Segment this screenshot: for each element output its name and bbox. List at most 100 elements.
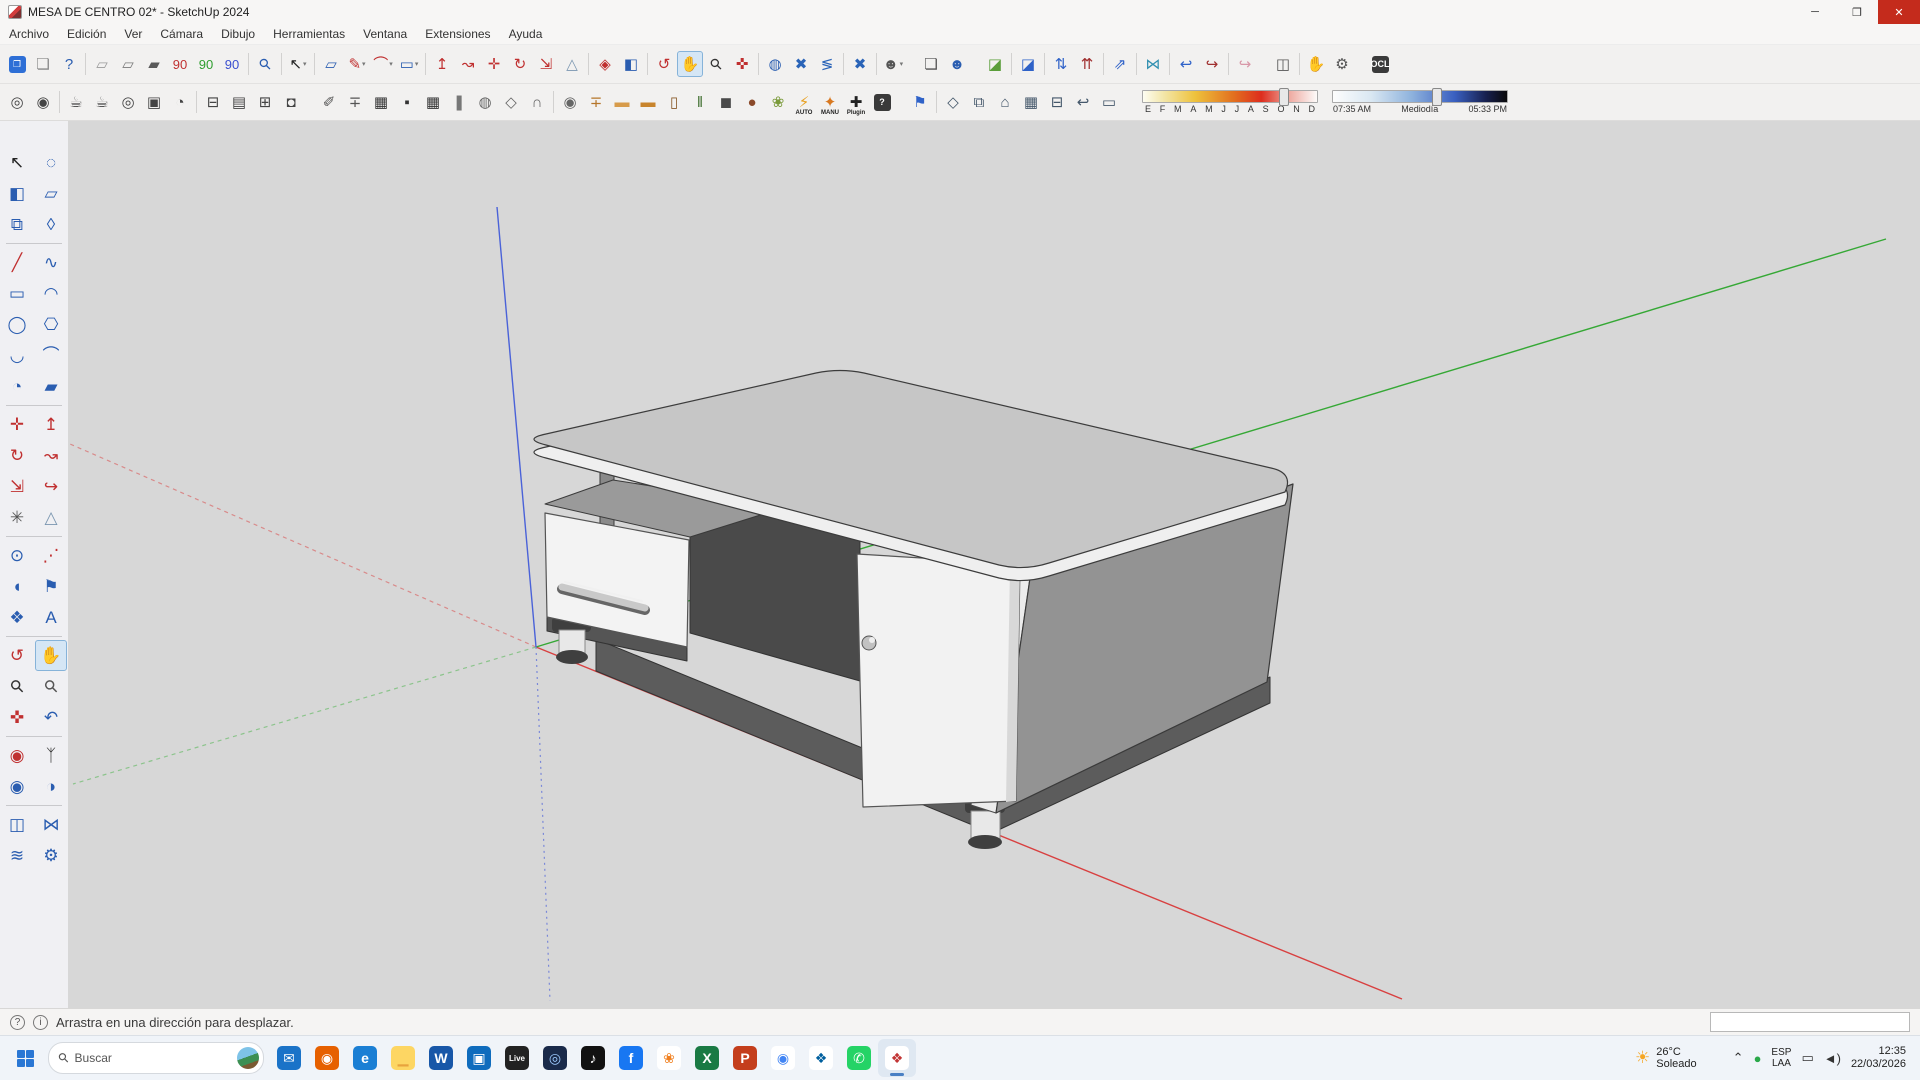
sandbox-from-contours-button[interactable]: ◪ (982, 51, 1008, 77)
solid-box-button[interactable]: ▭ (1096, 89, 1122, 115)
section-settings-tool[interactable]: ⚙ (35, 840, 67, 871)
redo-plugin-button[interactable]: ↪ (1199, 51, 1225, 77)
taskbar-app-chrome[interactable]: ◉ (764, 1039, 802, 1077)
solid-intersect-button[interactable]: ⧉ (966, 89, 992, 115)
teapot-material-button[interactable]: ☕ (89, 89, 115, 115)
pie-tool[interactable]: ◔ (1, 371, 33, 402)
two-point-arc-tool[interactable]: ◡ (1, 340, 33, 371)
extension-warehouse-button[interactable]: ✖ (788, 51, 814, 77)
taskbar-app-store[interactable]: ▣ (460, 1039, 498, 1077)
taskbar-app-powerpoint[interactable]: P (726, 1039, 764, 1077)
zoom-extents-button[interactable]: ✜ (729, 51, 755, 77)
shadow-date-slider[interactable] (1142, 90, 1318, 103)
hand-plugin-button[interactable]: ✋ (1303, 51, 1329, 77)
pushpull-tool-button[interactable]: ↥ (429, 51, 455, 77)
solid-trim-button[interactable]: ⊟ (1044, 89, 1070, 115)
manual-mode-button[interactable]: ✦MANU (817, 89, 843, 115)
solid-split-button[interactable]: ↩ (1070, 89, 1096, 115)
save-button[interactable]: ❐ (4, 51, 30, 77)
wood-sign-component-button[interactable]: ▯ (661, 89, 687, 115)
position-camera-tool[interactable]: ◉ (1, 740, 33, 771)
taskbar-app-search-dark[interactable]: ◎ (536, 1039, 574, 1077)
window-preset-button[interactable]: ▣ (141, 89, 167, 115)
menu-item[interactable]: Ayuda (500, 24, 552, 44)
offset-tool[interactable]: ↪ (35, 471, 67, 502)
round-corner-button[interactable]: ◎ (4, 89, 30, 115)
time-slider-handle[interactable] (1432, 88, 1442, 106)
taskbar-app-msn[interactable]: ❀ (650, 1039, 688, 1077)
auto-mode-button[interactable]: ⚡AUTO (791, 89, 817, 115)
move-tool[interactable]: ✛ (1, 409, 33, 440)
extension-manager-button[interactable]: ✖ (847, 51, 873, 77)
undo-plugin-button[interactable]: ↩ (1173, 51, 1199, 77)
make-component-tool[interactable]: ⧉ (1, 209, 33, 240)
grid-window-button[interactable]: ⊞ (252, 89, 278, 115)
3d-viewport[interactable] (68, 121, 1920, 1008)
zoom-extents-tool[interactable]: ✜ (1, 702, 33, 733)
lasso-select-tool[interactable]: ◌ (35, 147, 67, 178)
rotate-tool[interactable]: ↻ (1, 440, 33, 471)
scale-tool[interactable]: ⇲ (1, 471, 33, 502)
circle-tool[interactable]: ◯ (1, 309, 33, 340)
teapot-render-button[interactable]: ☕ (63, 89, 89, 115)
lock-button[interactable]: ◘ (278, 89, 304, 115)
menu-item[interactable]: Archivo (0, 24, 58, 44)
look-around-tool[interactable]: ◉ (1, 771, 33, 802)
taskbar-app-explorer[interactable]: ▁ (384, 1039, 422, 1077)
menu-item[interactable]: Herramientas (264, 24, 354, 44)
component-window-button[interactable]: ◫ (1270, 51, 1296, 77)
followme-tool[interactable]: ↝ (35, 440, 67, 471)
sphere-tool-button[interactable]: ◉ (30, 89, 56, 115)
tray-chevron-icon[interactable]: ⌃ (1733, 1050, 1744, 1066)
zoom-window-tool[interactable]: ⚲ (35, 671, 67, 702)
text-tool[interactable]: ⚑ (35, 571, 67, 602)
info-circle-icon[interactable]: i (33, 1015, 48, 1030)
plugin-add-button[interactable]: ✚Plugin (843, 89, 869, 115)
language-indicator[interactable]: ESP LAA (1771, 1047, 1791, 1069)
arc-tool-button[interactable]: ⌒▾ (370, 51, 396, 77)
section-plane-tool[interactable]: ◫ (1, 809, 33, 840)
wood-plank-component-button[interactable]: ▬ (609, 89, 635, 115)
protractor-tool[interactable]: ◖ (1, 571, 33, 602)
display-icon[interactable]: ▭ (1801, 1050, 1813, 1066)
stamp-arrow-button[interactable]: ⇗ (1107, 51, 1133, 77)
tape-measure-tool[interactable]: ⋰ (35, 540, 67, 571)
view-angle-tool[interactable]: ◑ (35, 771, 67, 802)
taskbar-app-sketchup-2024[interactable]: ❖ (878, 1039, 916, 1077)
pen-accessory-button[interactable]: ✐ (316, 89, 342, 115)
zoom-tool-button[interactable]: ⚲ (703, 51, 729, 77)
taskbar-app-outlook[interactable]: ✉ (270, 1039, 308, 1077)
flag-plugin-button[interactable]: ⚑ (907, 89, 933, 115)
box-component-button[interactable]: ◼ (713, 89, 739, 115)
menu-item[interactable]: Extensiones (416, 24, 499, 44)
scale-tool-button[interactable]: ⇲ (533, 51, 559, 77)
hook-component-button[interactable]: ∩ (524, 89, 550, 115)
pan-tool[interactable]: ✋ (35, 640, 67, 671)
speaker-icon[interactable]: ◄) (1824, 1051, 1841, 1066)
sandbox-from-scratch-button[interactable]: ◪ (1015, 51, 1041, 77)
flip-tool-button[interactable]: △ (559, 51, 585, 77)
extension-layers-button[interactable]: ≶ (814, 51, 840, 77)
tag-tool[interactable]: ◊ (35, 209, 67, 240)
model-info-button[interactable]: ❏ (30, 51, 56, 77)
pan-tool-button[interactable]: ✋ (677, 51, 703, 77)
taskbar-app-live[interactable]: Live (498, 1039, 536, 1077)
date-slider-handle[interactable] (1279, 88, 1289, 106)
section-display-tool[interactable]: ≋ (1, 840, 33, 871)
ocl-plugin-button[interactable]: OCL (1367, 51, 1393, 77)
move-tool-button[interactable]: ✛ (481, 51, 507, 77)
line-tool-button[interactable]: ✎▾ (344, 51, 370, 77)
plane-angle-1-button[interactable]: ▱ (89, 51, 115, 77)
menu-item[interactable]: Ver (115, 24, 151, 44)
socket-component-button[interactable]: ◉ (557, 89, 583, 115)
taskbar-app-tiktok[interactable]: ♪ (574, 1039, 612, 1077)
pan-component-button[interactable]: ◍ (472, 89, 498, 115)
three-point-arc-tool[interactable]: ⌒ (35, 340, 67, 371)
settings-button[interactable]: ⚙ (1329, 51, 1355, 77)
tray-green-status-icon[interactable]: ● (1754, 1051, 1762, 1066)
previous-view-tool[interactable]: ↶ (35, 702, 67, 733)
3d-warehouse-button[interactable]: ◍ (762, 51, 788, 77)
bend-plugin-button[interactable]: ↪ (1232, 51, 1258, 77)
paint-bucket-tool[interactable]: ◧ (1, 178, 33, 209)
bottles-component-button[interactable]: ‖ (687, 89, 713, 115)
